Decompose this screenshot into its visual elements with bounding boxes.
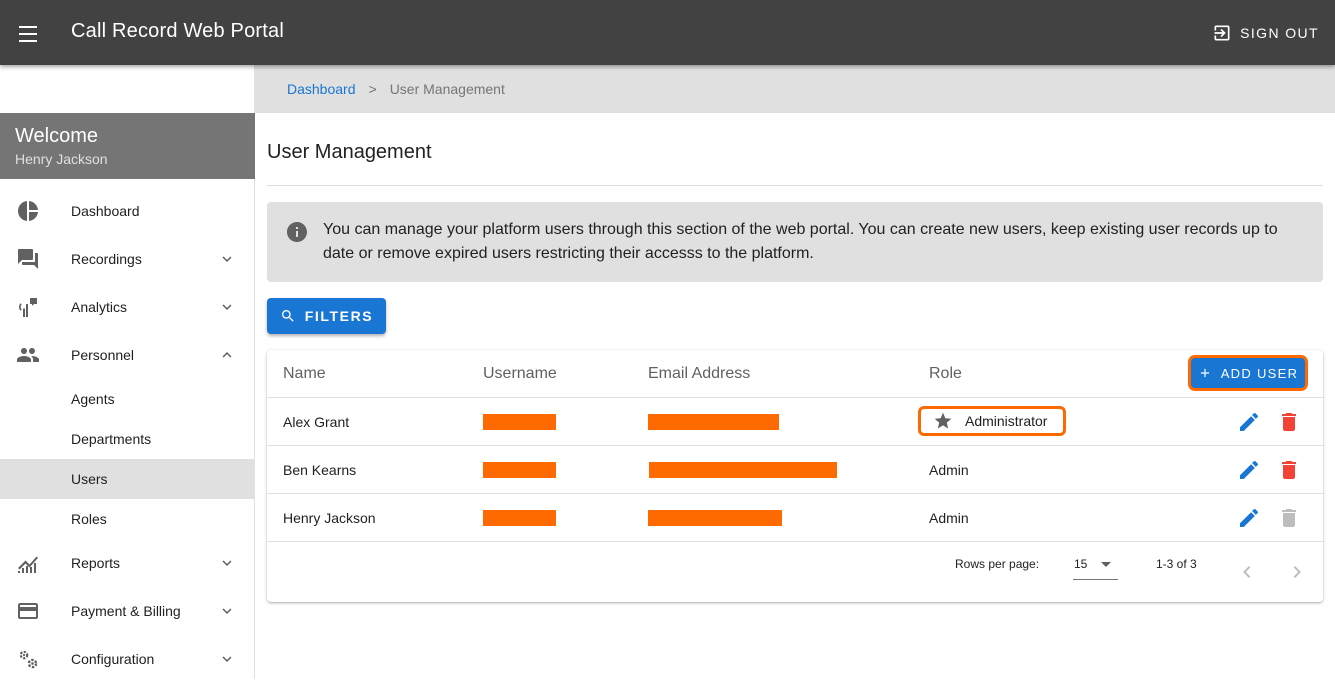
rows-per-page-select[interactable]: 15	[1073, 552, 1118, 580]
sidebar-subitem-agents[interactable]: Agents	[0, 379, 255, 419]
delete-icon-disabled	[1282, 509, 1296, 527]
sign-out-label: SIGN OUT	[1240, 25, 1319, 41]
cell-role: Administrator	[965, 413, 1048, 429]
chevron-down-icon	[222, 608, 232, 614]
rows-per-page-value: 15	[1074, 557, 1088, 571]
chevron-down-icon	[222, 304, 232, 310]
chevron-down-icon	[222, 256, 232, 262]
forum-icon	[18, 249, 38, 269]
title-divider	[267, 185, 1323, 186]
edit-icon[interactable]	[1237, 410, 1261, 434]
breadcrumb-current: User Management	[389, 81, 505, 97]
credit-card-icon	[18, 603, 38, 619]
info-banner: You can manage your platform users throu…	[267, 202, 1323, 282]
table-pagination: Rows per page: 15 1-3 of 3	[267, 542, 1323, 602]
sidebar-subitem-roles[interactable]: Roles	[0, 499, 255, 539]
delete-icon[interactable]	[1277, 410, 1301, 434]
cell-email-redacted	[649, 446, 837, 494]
edit-icon[interactable]	[1237, 506, 1261, 530]
sidebar-item-dashboard[interactable]: Dashboard	[0, 187, 255, 235]
cell-name: Henry Jackson	[283, 510, 376, 526]
people-icon	[17, 348, 39, 362]
column-header-username[interactable]: Username	[483, 350, 557, 398]
pagination-range: 1-3 of 3	[1156, 557, 1197, 571]
cell-username-redacted	[483, 446, 556, 494]
add-user-label: ADD USER	[1220, 365, 1299, 381]
sidebar-subitem-departments[interactable]: Departments	[0, 419, 255, 459]
dropdown-caret-icon	[1101, 562, 1111, 567]
pie-chart-icon	[18, 201, 38, 221]
chevron-down-icon	[222, 656, 232, 662]
breadcrumb-dashboard-link[interactable]: Dashboard	[287, 81, 356, 97]
breadcrumb-separator: >	[368, 81, 377, 97]
sidebar-item-label: Payment & Billing	[71, 603, 181, 619]
sidebar-item-personnel[interactable]: Personnel	[0, 331, 255, 379]
page-title: User Management	[267, 141, 432, 163]
search-icon	[281, 310, 294, 322]
cell-email-redacted	[648, 398, 779, 446]
chevron-up-icon	[222, 352, 232, 358]
cell-name: Ben Kearns	[283, 462, 357, 478]
column-header-email[interactable]: Email Address	[648, 350, 750, 398]
sidebar: Welcome Henry Jackson Dashboard Recordin…	[0, 65, 255, 679]
sidebar-item-configuration[interactable]: Configuration	[0, 635, 255, 683]
info-text: You can manage your platform users throu…	[323, 221, 1278, 262]
sidebar-item-label: Configuration	[71, 651, 155, 667]
sidebar-item-payment-billing[interactable]: Payment & Billing	[0, 587, 255, 635]
delete-icon[interactable]	[1277, 458, 1301, 482]
settings-icon	[19, 650, 38, 669]
welcome-panel: Welcome Henry Jackson	[0, 113, 255, 179]
users-table: Name Username Email Address Role ADD USE…	[267, 350, 1323, 602]
sidebar-item-recordings[interactable]: Recordings	[0, 235, 255, 283]
sidebar-item-reports[interactable]: Reports	[0, 539, 255, 587]
chart-line-icon	[18, 556, 38, 573]
record-voice-icon	[19, 298, 37, 317]
exit-icon	[1214, 25, 1230, 41]
menu-icon[interactable]	[16, 20, 40, 44]
chevron-down-icon	[222, 560, 232, 566]
breadcrumb: Dashboard > User Management	[255, 65, 1335, 113]
app-bar: Call Record Web Portal SIGN OUT	[0, 0, 1335, 65]
sidebar-item-label: Recordings	[71, 251, 142, 267]
sidebar-nav: Dashboard Recordings Analytics Personnel…	[0, 187, 255, 683]
cell-role: Admin	[929, 510, 969, 526]
sidebar-item-label: Analytics	[71, 299, 128, 315]
role-administrator-highlight: Administrator	[918, 406, 1066, 436]
cell-username-redacted	[483, 494, 556, 542]
chevron-right-icon[interactable]	[1285, 560, 1309, 584]
sidebar-item-label: Reports	[71, 555, 121, 571]
sidebar-item-label: Dashboard	[71, 203, 140, 219]
chevron-left-icon[interactable]	[1235, 560, 1259, 584]
cell-username-redacted	[483, 398, 556, 446]
sidebar-item-analytics[interactable]: Analytics	[0, 283, 255, 331]
sidebar-subitem-users[interactable]: Users	[0, 459, 255, 499]
column-header-role[interactable]: Role	[929, 350, 962, 398]
column-header-name[interactable]: Name	[283, 350, 326, 398]
edit-icon[interactable]	[1237, 458, 1261, 482]
table-row: Ben Kearns Admin	[267, 446, 1323, 494]
add-user-button[interactable]: ADD USER	[1191, 358, 1305, 388]
star-icon	[934, 412, 952, 429]
sign-out-button[interactable]: SIGN OUT	[1212, 20, 1319, 46]
filters-label: FILTERS	[304, 308, 374, 324]
welcome-user-name: Henry Jackson	[15, 151, 108, 167]
app-title: Call Record Web Portal	[71, 20, 285, 42]
rows-per-page-label: Rows per page:	[955, 557, 1040, 571]
table-row: Alex Grant Administrator	[267, 398, 1323, 446]
table-row: Henry Jackson Admin	[267, 494, 1323, 542]
info-icon	[287, 222, 307, 242]
filters-button[interactable]: FILTERS	[267, 298, 386, 334]
cell-email-redacted	[648, 494, 782, 542]
cell-role: Admin	[929, 462, 969, 478]
table-header-row: Name Username Email Address Role ADD USE…	[267, 350, 1323, 398]
sidebar-item-label: Personnel	[71, 347, 135, 363]
plus-icon	[1200, 368, 1209, 378]
welcome-title: Welcome	[15, 125, 98, 147]
cell-name: Alex Grant	[283, 414, 350, 430]
